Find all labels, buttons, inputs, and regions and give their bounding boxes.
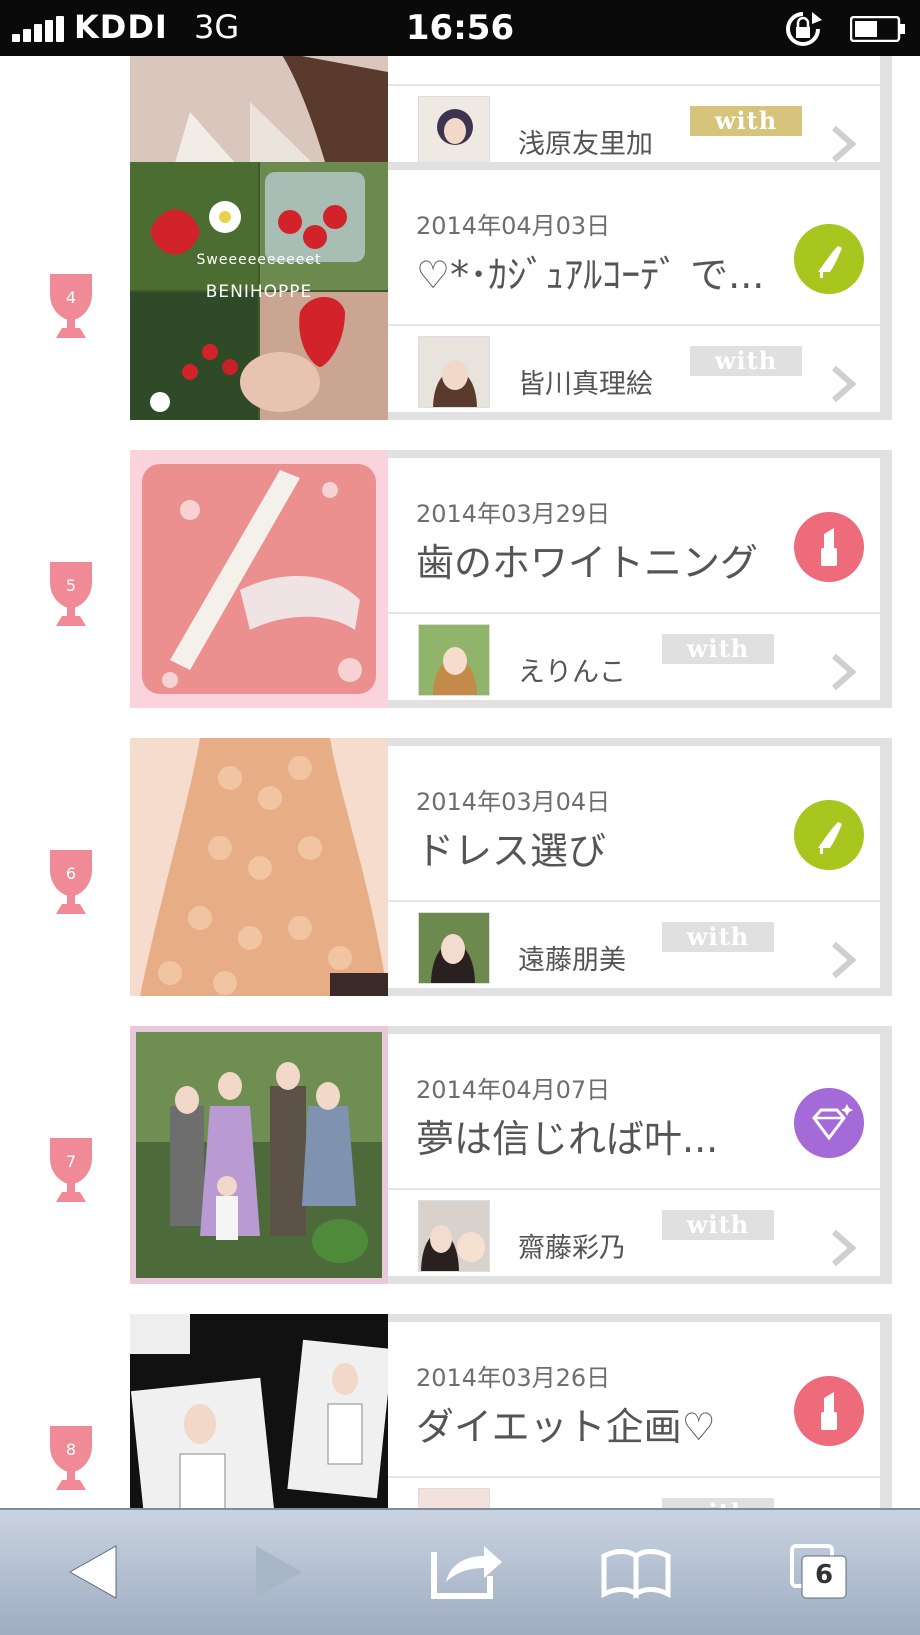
browser-toolbar: 6 bbox=[0, 1508, 920, 1635]
card-divider bbox=[388, 324, 880, 326]
avatar bbox=[418, 1488, 490, 1508]
share-button[interactable] bbox=[404, 1510, 524, 1635]
entry-date: 2014年03月26日 bbox=[416, 1364, 611, 1392]
chevron-right-icon[interactable] bbox=[828, 1228, 858, 1268]
avatar bbox=[418, 912, 490, 984]
lipstick-icon bbox=[794, 1376, 864, 1446]
tabs-count: 6 bbox=[814, 1560, 834, 1590]
trophy-icon bbox=[50, 850, 92, 914]
chevron-right-icon[interactable] bbox=[828, 940, 858, 980]
author-name: 浅原友里加 bbox=[518, 129, 653, 160]
thumbnail-photo bbox=[130, 1026, 388, 1284]
avatar bbox=[418, 624, 490, 696]
forward-arrow-icon bbox=[256, 1546, 302, 1598]
thumbnail-caption: Sweeeeeeeeeet bbox=[196, 252, 322, 268]
back-button[interactable] bbox=[40, 1510, 160, 1635]
rotation-lock-icon bbox=[786, 12, 822, 46]
entry-card[interactable]: 2014年03月26日 ダイエット企画♡ with bbox=[388, 1314, 892, 1508]
diamond-icon bbox=[794, 1088, 864, 1158]
entry-date: 2014年04月07日 bbox=[416, 1076, 611, 1104]
entry-card[interactable]: 2014年03月29日 歯のホワイトニング えりんこ with bbox=[388, 450, 892, 708]
entry-title[interactable]: ダイエット企画♡ bbox=[416, 1396, 716, 1451]
rank-number: 8 bbox=[65, 1440, 77, 1459]
author-name: 皆川真理絵 bbox=[518, 369, 653, 400]
entry-title[interactable]: ♡*･ｶｼﾞｭｱﾙｺｰﾃﾞ で... bbox=[416, 244, 764, 299]
entry-card[interactable]: 2014年03月04日 ドレス選び 遠藤朋美 with bbox=[388, 738, 892, 996]
trophy-icon bbox=[50, 1138, 92, 1202]
entry-date: 2014年03月29日 bbox=[416, 500, 611, 528]
entry-thumbnail[interactable] bbox=[130, 1026, 388, 1284]
author-name: 遠藤朋美 bbox=[518, 945, 626, 976]
card-divider bbox=[388, 900, 880, 902]
rank-number: 5 bbox=[65, 576, 77, 595]
rank-number: 6 bbox=[65, 864, 77, 883]
chevron-right-icon[interactable] bbox=[828, 364, 858, 404]
back-arrow-icon bbox=[68, 1545, 117, 1599]
battery-icon bbox=[850, 16, 905, 42]
chevron-right-icon[interactable] bbox=[828, 124, 858, 164]
with-badge: with bbox=[662, 922, 774, 952]
with-badge: with bbox=[690, 106, 802, 136]
card-divider bbox=[388, 1188, 880, 1190]
entry-date: 2014年04月03日 bbox=[416, 212, 611, 240]
card-divider bbox=[388, 612, 880, 614]
with-badge: with bbox=[662, 1210, 774, 1240]
shoe-icon bbox=[794, 800, 864, 870]
trophy-icon bbox=[50, 274, 92, 338]
entry-card[interactable]: 2014年04月07日 夢は信じれば叶... 齋藤彩乃 with bbox=[388, 1026, 892, 1284]
entry-title[interactable]: ドレス選び bbox=[416, 820, 606, 875]
list-item[interactable]: 7 2014年04月07日 夢は信じれば叶... 齋藤彩乃 with bbox=[0, 1026, 920, 1284]
forward-button[interactable] bbox=[218, 1510, 338, 1635]
thumbnail-photo bbox=[130, 738, 388, 996]
card-divider bbox=[388, 1476, 880, 1478]
entry-date: 2014年03月04日 bbox=[416, 788, 611, 816]
list-item[interactable]: 8 2014年03月26日 ダイエット企画♡ bbox=[0, 1314, 920, 1508]
entry-thumbnail[interactable] bbox=[130, 1314, 388, 1508]
author-name: 齋藤彩乃 bbox=[518, 1233, 626, 1264]
shoe-icon bbox=[794, 224, 864, 294]
author-name: えりんこ bbox=[518, 657, 626, 688]
thumbnail-photo bbox=[130, 450, 388, 708]
bookmarks-button[interactable] bbox=[578, 1510, 698, 1635]
entry-title[interactable]: 歯のホワイトニング bbox=[416, 532, 758, 587]
with-badge: with bbox=[690, 346, 802, 376]
tabs-button[interactable]: 6 bbox=[766, 1510, 886, 1635]
entry-thumbnail[interactable] bbox=[130, 738, 388, 996]
thumbnail-caption: BENIHOPPE bbox=[205, 282, 313, 302]
list-item[interactable]: 5 2014年03月29日 歯のホワイトニング えりんこ with bbox=[0, 450, 920, 708]
avatar bbox=[418, 96, 490, 168]
avatar bbox=[418, 1200, 490, 1272]
status-bar: KDDI 3G 16:56 bbox=[0, 0, 920, 56]
card-divider bbox=[388, 84, 880, 86]
with-badge: with bbox=[662, 634, 774, 664]
rank-number: 7 bbox=[65, 1152, 77, 1171]
trophy-icon bbox=[50, 1426, 92, 1490]
trophy-icon bbox=[50, 562, 92, 626]
avatar bbox=[418, 336, 490, 408]
list-item[interactable]: 6 2014年03月04日 ドレス選び 遠藤朋美 with bbox=[0, 738, 920, 996]
entry-thumbnail[interactable]: Sweeeeeeeeeet BENIHOPPE bbox=[130, 162, 388, 420]
thumbnail-photo bbox=[130, 1314, 388, 1508]
ranking-list: 浅原友里加 with 4 Sweeeeeeeeeet BENIHOPPE 201… bbox=[0, 56, 920, 1508]
lipstick-icon bbox=[794, 512, 864, 582]
entry-thumbnail[interactable] bbox=[130, 450, 388, 708]
entry-card[interactable]: 2014年04月03日 ♡*･ｶｼﾞｭｱﾙｺｰﾃﾞ で... 皆川真理絵 wit… bbox=[388, 162, 892, 420]
chevron-right-icon[interactable] bbox=[828, 652, 858, 692]
list-item[interactable]: 4 Sweeeeeeeeeet BENIHOPPE 2014年04月03日 ♡*… bbox=[0, 162, 920, 420]
bookmarks-icon bbox=[601, 1549, 671, 1599]
entry-title[interactable]: 夢は信じれば叶... bbox=[416, 1108, 718, 1163]
with-badge: with bbox=[662, 1498, 774, 1508]
rank-number: 4 bbox=[65, 288, 77, 307]
share-icon bbox=[431, 1546, 502, 1599]
